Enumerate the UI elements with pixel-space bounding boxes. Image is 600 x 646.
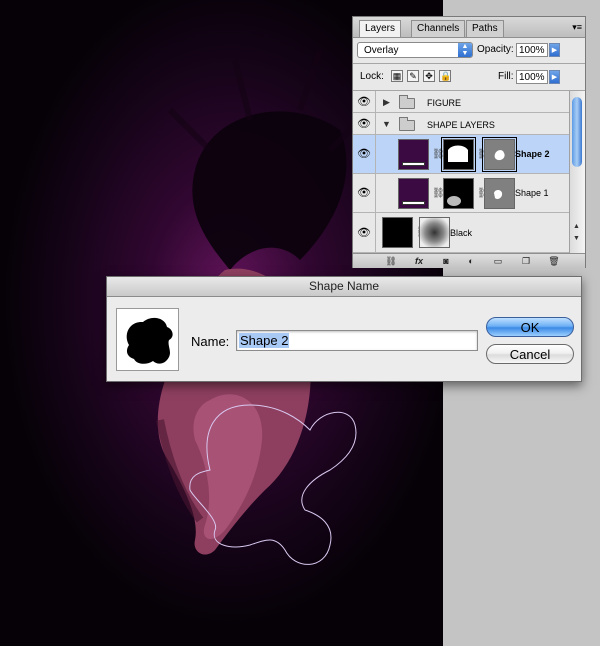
new-layer-icon[interactable]: ❐ [517,255,535,267]
layer-row-black[interactable]: 👁 ⛓ Black [353,213,569,253]
layer-row-shape-layers[interactable]: 👁 ▼ SHAPE LAYERS [353,113,569,135]
fill-label: Fill: [498,71,514,82]
opacity-slider-arrow-icon[interactable]: ▶ [549,43,560,57]
tab-layers[interactable]: Layers [359,20,402,37]
name-label: Name: [191,334,230,349]
folder-icon [399,117,415,131]
layer-thumbnail[interactable] [382,217,413,248]
opacity-label: Opacity: [477,44,514,55]
disclosure-expanded-icon[interactable]: ▼ [382,119,391,129]
disclosure-collapsed-icon[interactable]: ▶ [383,97,390,108]
hair-silhouette [192,111,347,270]
select-arrows-icon: ▲ ▼ [458,43,472,57]
group-icon[interactable]: ▭ [489,255,507,267]
lock-label: Lock: [360,71,384,82]
cancel-button[interactable]: Cancel [486,344,574,364]
layer-name: FIGURE [427,98,462,108]
layer-name: Black [450,228,473,238]
eye-icon[interactable]: 👁 [356,146,372,162]
layer-row-shape-1[interactable]: 👁 ⛓ ⛓ Shape 1 [353,174,569,213]
shape-preview [116,308,179,371]
selected-text: Shape 2 [239,333,290,348]
layer-row-shape-2[interactable]: 👁 ⛓ ⛓ Shape 2 [353,135,569,174]
lock-all-padlock-icon[interactable]: 🔒 [439,70,451,82]
eye-icon[interactable]: 👁 [356,116,372,132]
tab-channels[interactable]: Channels [411,20,466,37]
fill-slider-arrow-icon[interactable]: ▶ [549,70,560,84]
opacity-field[interactable]: 100% [516,43,548,57]
fx-icon[interactable]: fx [409,255,429,267]
dialog-title: Shape Name [107,277,581,297]
shape-name-dialog: Shape Name Name: Shape 2 OK Cancel [106,276,582,382]
fill-thumbnail[interactable] [398,178,429,209]
fill-thumbnail[interactable] [398,139,429,170]
mask-icon[interactable]: ◙ [437,255,455,267]
panel-tabs: Layers Channels Paths ▾≡ [353,17,585,38]
divider [353,63,585,64]
scroll-thumb[interactable] [572,97,582,167]
layer-name: SHAPE LAYERS [427,120,495,130]
vector-mask-thumbnail[interactable] [484,178,515,209]
lock-position-move-icon[interactable]: ✥ [423,70,435,82]
layer-name: Shape 2 [515,149,550,159]
vector-mask-thumbnail[interactable] [482,137,517,172]
layer-mask-thumbnail[interactable] [443,178,474,209]
panel-menu-icon[interactable]: ▾≡ [572,22,582,33]
fill-field[interactable]: 100% [516,70,548,84]
layers-scrollbar[interactable]: ▲ ▼ [569,91,585,253]
trash-icon[interactable]: 🗑 [545,255,563,267]
lock-pixels-brush-icon[interactable]: ✎ [407,70,419,82]
eye-icon[interactable]: 👁 [356,94,372,110]
shape-name-input[interactable]: Shape 2 [236,330,478,351]
layer-mask-thumbnail[interactable] [419,217,450,248]
link-layers-icon[interactable]: ⛓ [381,255,401,267]
layer-row-figure[interactable]: 👁 ▶ FIGURE [353,91,569,113]
tab-paths[interactable]: Paths [466,20,504,37]
eye-icon[interactable]: 👁 [356,185,372,201]
folder-icon [399,95,415,109]
layer-mask-thumbnail[interactable] [441,137,476,172]
blend-mode-value: Overlay [364,45,399,56]
scroll-down-arrow-icon[interactable]: ▼ [573,235,580,242]
ok-button[interactable]: OK [486,317,574,337]
eye-icon[interactable]: 👁 [356,225,372,241]
adjustment-icon[interactable]: ◐ [461,255,481,267]
scroll-up-arrow-icon[interactable]: ▲ [573,223,580,230]
layer-name: Shape 1 [515,188,549,198]
shape-preview-icon [126,317,173,364]
layers-bottom-toolbar: ⛓ fx ◙ ◐ ▭ ❐ 🗑 [353,253,585,268]
layers-panel: Layers Channels Paths ▾≡ Overlay ▲ ▼ Opac… [352,16,586,268]
lock-transparency-icon[interactable]: ▦ [391,70,403,82]
blend-mode-select[interactable]: Overlay ▲ ▼ [357,42,473,58]
